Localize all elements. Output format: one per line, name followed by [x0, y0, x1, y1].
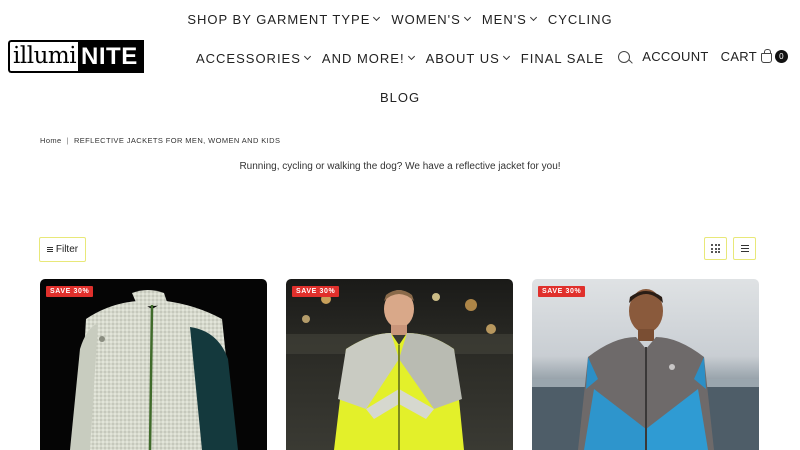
- sale-badge: SAVE 30%: [292, 286, 340, 297]
- list-view-icon: [740, 244, 749, 254]
- breadcrumb-home-link[interactable]: Home: [40, 136, 62, 145]
- sale-badge: SAVE 30%: [46, 286, 94, 297]
- chevron-down-icon: [463, 13, 471, 22]
- cart-link[interactable]: CART 0: [721, 49, 788, 64]
- cart-count-badge: 0: [775, 50, 788, 63]
- nav-about-us[interactable]: ABOUT US: [420, 50, 515, 66]
- shopping-bag-icon: [761, 49, 772, 63]
- chevron-down-icon: [529, 13, 537, 22]
- filter-icon: [46, 245, 53, 253]
- collection-description: Running, cycling or walking the dog? We …: [239, 161, 561, 172]
- product-card[interactable]: SAVE 30%: [286, 279, 513, 450]
- product-image: [286, 290, 513, 450]
- grid-view-icon: [711, 244, 720, 253]
- main-nav-row-1: SHOP BY GARMENT TYPE WOMEN'S MEN'S CYCLI…: [0, 11, 800, 27]
- main-nav-row-3: BLOG: [0, 89, 800, 105]
- nav-final-sale[interactable]: FINAL SALE: [515, 50, 610, 66]
- header-tools: ACCOUNT CART 0: [618, 49, 788, 64]
- filter-label: Filter: [55, 244, 79, 255]
- grid-view-button[interactable]: [704, 237, 727, 260]
- nav-and-more[interactable]: AND MORE!: [316, 50, 420, 66]
- breadcrumb-separator: |: [66, 136, 69, 145]
- chevron-down-icon: [373, 13, 381, 22]
- nav-cycling[interactable]: CYCLING: [542, 11, 619, 27]
- product-card[interactable]: SAVE 30%: [532, 279, 759, 450]
- nav-shop-by-garment-type[interactable]: SHOP BY GARMENT TYPE: [181, 11, 385, 27]
- sale-badge: SAVE 30%: [538, 286, 586, 297]
- cart-label: CART: [720, 49, 757, 64]
- chevron-down-icon: [303, 52, 311, 61]
- filter-button[interactable]: Filter: [39, 237, 86, 262]
- site-header: illumi NITE SHOP BY GARMENT TYPE WOMEN'S…: [0, 0, 800, 120]
- list-view-button[interactable]: [733, 237, 756, 260]
- breadcrumb: Home | REFLECTIVE JACKETS FOR MEN, WOMEN…: [40, 136, 280, 145]
- nav-blog[interactable]: BLOG: [374, 89, 426, 105]
- nav-mens[interactable]: MEN'S: [476, 11, 542, 27]
- nav-womens[interactable]: WOMEN'S: [385, 11, 475, 27]
- nav-accessories[interactable]: ACCESSORIES: [190, 50, 316, 66]
- product-card[interactable]: SAVE 30%: [40, 279, 267, 450]
- breadcrumb-current: REFLECTIVE JACKETS FOR MEN, WOMEN AND KI…: [73, 136, 281, 145]
- search-icon[interactable]: [618, 50, 631, 63]
- chevron-down-icon: [407, 52, 415, 61]
- account-link[interactable]: ACCOUNT: [642, 49, 708, 64]
- chevron-down-icon: [502, 52, 510, 61]
- product-image: [70, 290, 238, 450]
- product-image: [532, 289, 759, 450]
